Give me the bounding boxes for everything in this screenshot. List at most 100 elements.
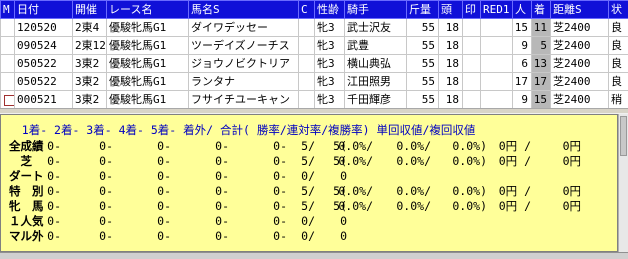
stats-cell-fuku: 0.0%)	[452, 154, 487, 168]
stats-cell-fukukai: 0円	[562, 184, 581, 198]
col-header-date[interactable]: 日付	[14, 0, 73, 19]
col-header-popularity[interactable]: 人	[512, 0, 532, 19]
table-row[interactable]: 050522 3東2 優駿牝馬G1 ランタナ 牝3 江田照男 55 18 17 17 芝2400 良	[0, 72, 628, 91]
stats-cell-ren	[373, 229, 431, 244]
cell-race: 優駿牝馬G1	[106, 72, 189, 91]
stats-cell-c2: 0-	[99, 199, 113, 213]
stats-cell-c1: 0-	[47, 229, 61, 243]
stats-cell-tan	[481, 214, 531, 229]
cell-mark	[462, 90, 481, 108]
stats-cell-c4: 0-	[215, 199, 229, 213]
stats-cell-fukukai	[545, 229, 581, 244]
col-header-m[interactable]: M	[0, 0, 15, 19]
stats-cell-c4: 0-	[215, 169, 229, 183]
stats-cell-ren: 0.0%/	[396, 199, 431, 213]
cell-mark	[462, 18, 481, 37]
stats-cell-c2: 0-	[99, 154, 113, 168]
cell-horse: ジョウノビクトリア	[188, 54, 299, 73]
stats-cell-tan: 0円 /	[498, 139, 531, 153]
stats-cell-c4: 0-	[215, 154, 229, 168]
cell-race: 優駿牝馬G1	[106, 90, 189, 108]
cell-dist: 芝2400	[550, 18, 609, 37]
stats-cell-fukukai	[545, 169, 581, 184]
cell-m	[0, 54, 15, 73]
row-marker-checkbox[interactable]	[4, 94, 14, 106]
cell-place: 3東2	[72, 72, 107, 91]
cell-place: 2東12	[72, 36, 107, 55]
cell-red1	[480, 90, 513, 108]
stats-cell-ren: 0.0%/	[396, 184, 431, 198]
cell-rank: 13	[531, 54, 551, 73]
col-header-mark[interactable]: 印	[462, 0, 481, 19]
col-header-place[interactable]: 開催	[72, 0, 107, 19]
stats-panel: 1着- 2着- 3着- 4着- 5着- 着外/ 合計( 勝率/連対率/複勝率) …	[0, 114, 618, 252]
col-header-red1[interactable]: RED1	[480, 0, 513, 19]
stats-cell-ren: 0.0%/	[396, 139, 431, 153]
stats-cell-tan: 0円 /	[498, 154, 531, 168]
stats-cell-c3: 0-	[157, 214, 171, 228]
cell-sex: 牝3	[314, 18, 345, 37]
cell-race: 優駿牝馬G1	[106, 54, 189, 73]
scrollbar-thumb[interactable]	[620, 116, 627, 156]
stats-cell-out: 0/	[301, 229, 315, 243]
table-row[interactable]: 090524 2東12 優駿牝馬G1 ツーデイズノーチス 牝3 武豊 55 18 9 5 芝2400…	[0, 36, 628, 55]
cell-horse: ランタナ	[188, 72, 299, 91]
cell-dist: 芝2400	[550, 90, 609, 108]
stats-cell-win: 0.0%/	[338, 184, 373, 198]
col-header-condition[interactable]: 状	[608, 0, 628, 19]
cell-mark	[462, 72, 481, 91]
cell-red1	[480, 18, 513, 37]
table-row[interactable]: 050522 3東2 優駿牝馬G1 ジョウノビクトリア 牝3 横山典弘 55 18 6 13 芝24…	[0, 54, 628, 73]
stats-cell-c1: 0-	[47, 169, 61, 183]
stats-cell-out: 5/	[301, 139, 315, 153]
stats-cell-ren: 0.0%/	[396, 154, 431, 168]
col-header-heads[interactable]: 頭	[438, 0, 463, 19]
cell-c	[298, 72, 315, 91]
stats-cell-c2: 0-	[99, 184, 113, 198]
status-bar	[0, 252, 628, 259]
stats-cell-win: 0.0%/	[338, 139, 373, 153]
stats-cell-c3: 0-	[157, 169, 171, 183]
stats-cell-fuku	[429, 229, 487, 244]
cell-date: 090524	[14, 36, 73, 55]
cell-c	[298, 54, 315, 73]
col-header-distance[interactable]: 距離S	[550, 0, 609, 19]
stats-header: 1着- 2着- 3着- 4着- 5着- 着外/ 合計( 勝率/連対率/複勝率) …	[1, 123, 476, 137]
stats-cell-ren	[373, 169, 431, 184]
cell-rank: 15	[531, 90, 551, 108]
col-header-race[interactable]: レース名	[106, 0, 189, 19]
cell-pop: 17	[512, 72, 532, 91]
stats-cell-tan	[481, 229, 531, 244]
stats-cell-c2: 0-	[99, 214, 113, 228]
stats-cell-out: 5/	[301, 184, 315, 198]
stats-cell-c2: 0-	[99, 169, 113, 183]
cell-date: 050522	[14, 54, 73, 73]
col-header-jockey[interactable]: 騎手	[344, 0, 407, 19]
table-row[interactable]: 000521 3東2 優駿牝馬G1 フサイチユーキャン 牝3 千田輝彦 55 18 9 15 芝24…	[0, 90, 628, 108]
cell-race: 優駿牝馬G1	[106, 36, 189, 55]
stats-cell-c3: 0-	[157, 184, 171, 198]
race-history-table[interactable]: M 日付 開催 レース名 馬名S C 性齢 騎手 斤量 頭 印 RED1 人 着…	[0, 0, 628, 108]
stats-cell-c1: 0-	[47, 154, 61, 168]
col-header-horse[interactable]: 馬名S	[188, 0, 299, 19]
cell-cond: 良	[608, 18, 628, 37]
cell-weight: 55	[406, 54, 439, 73]
col-header-weight[interactable]: 斤量	[406, 0, 439, 19]
table-row[interactable]: 120520 2東4 優駿牝馬G1 ダイワデッセー 牝3 武士沢友 55 18 15 11 芝240…	[0, 18, 628, 37]
stats-cell-c3: 0-	[157, 229, 171, 243]
stats-cell-fukukai: 0円	[562, 154, 581, 168]
col-header-rank[interactable]: 着	[531, 0, 551, 19]
stats-cell-c1: 0-	[47, 184, 61, 198]
cell-heads: 18	[438, 90, 463, 108]
stats-cell-fuku: 0.0%)	[452, 199, 487, 213]
cell-cond: 良	[608, 54, 628, 73]
col-header-c[interactable]: C	[298, 0, 315, 19]
stats-cell-win: 0.0%/	[338, 199, 373, 213]
stats-cell-c1: 0-	[47, 139, 61, 153]
col-header-sex-age[interactable]: 性齢	[314, 0, 345, 19]
cell-pop: 15	[512, 18, 532, 37]
stats-cell-win	[315, 229, 373, 244]
stats-scrollbar[interactable]	[618, 114, 628, 252]
cell-cond: 良	[608, 72, 628, 91]
cell-place: 3東2	[72, 90, 107, 108]
